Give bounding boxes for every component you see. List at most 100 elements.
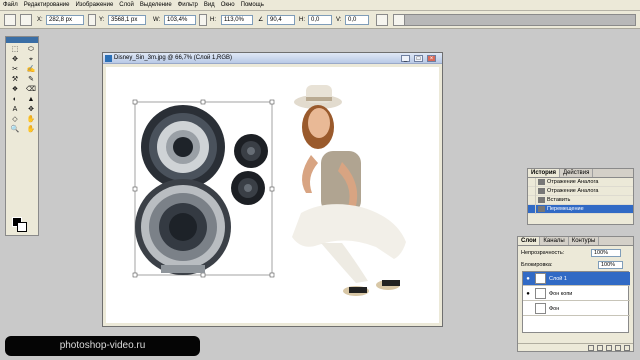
- menu-help[interactable]: Помощь: [241, 0, 264, 11]
- dodge-tool-icon[interactable]: ◐: [8, 95, 22, 104]
- tab-channels[interactable]: Каналы: [540, 237, 569, 245]
- eraser-tool-icon[interactable]: ⌫: [24, 85, 38, 94]
- opacity-label: Непрозрачность:: [521, 250, 565, 256]
- layer-thumbnail: [535, 273, 546, 284]
- menu-layer[interactable]: Слой: [119, 0, 134, 11]
- w-field[interactable]: 103,4%: [164, 15, 196, 25]
- marquee-tool-icon[interactable]: ⬚: [8, 45, 22, 54]
- x-field[interactable]: 282,8 px: [46, 15, 84, 25]
- stamp-tool-icon[interactable]: ❖: [8, 85, 22, 94]
- hand-tool-icon[interactable]: ✋: [24, 125, 38, 134]
- link-icon[interactable]: [199, 14, 207, 26]
- history-step-icon: [538, 206, 545, 212]
- menu-edit[interactable]: Редактирование: [24, 0, 70, 11]
- document-title-bar[interactable]: Disney_Sin_3m.jpg @ 66,7% (Слой 1,RGB): [103, 53, 442, 64]
- crop-tool-icon[interactable]: ✂: [8, 65, 22, 74]
- menu-file[interactable]: Файл: [3, 0, 18, 11]
- magic-wand-tool-icon[interactable]: ⌖: [24, 55, 38, 64]
- slice-tool-icon[interactable]: ✍: [24, 65, 38, 74]
- transform-handle: [132, 99, 138, 105]
- history-item[interactable]: Отражение Аналога: [528, 186, 633, 196]
- speaker-tweeter-small-1: [234, 134, 268, 168]
- image-canvas[interactable]: [106, 67, 439, 323]
- move-tool-icon[interactable]: ✥: [8, 55, 22, 64]
- speaker-tweeter-small-2: [231, 171, 265, 205]
- transform-handle: [269, 272, 275, 278]
- healing-tool-icon[interactable]: ⚒: [8, 75, 22, 84]
- tab-actions[interactable]: Действия: [560, 169, 594, 177]
- history-step-icon: [538, 188, 545, 194]
- layer-row[interactable]: ● Фон копи: [523, 287, 630, 301]
- path-select-tool-icon[interactable]: ✥: [24, 105, 38, 114]
- transform-handle: [200, 272, 206, 278]
- y-field[interactable]: 3568,1 px: [108, 15, 146, 25]
- layers-toolbar: [518, 343, 633, 351]
- menu-filter[interactable]: Фильтр: [178, 0, 198, 11]
- type-tool-icon[interactable]: A: [8, 105, 22, 114]
- h-field[interactable]: 113,0%: [221, 15, 253, 25]
- hskew-label: H:: [299, 17, 305, 23]
- menu-select[interactable]: Выделение: [140, 0, 172, 11]
- shape-tool-icon[interactable]: ◇: [8, 115, 22, 124]
- vskew-field[interactable]: 0,0: [345, 15, 369, 25]
- link-layers-icon[interactable]: [588, 345, 594, 351]
- y-label: Y:: [99, 17, 105, 23]
- photoshop-doc-icon: [105, 55, 112, 62]
- history-panel: История Действия Отражение Аналога Отраж…: [527, 168, 634, 225]
- document-window: Disney_Sin_3m.jpg @ 66,7% (Слой 1,RGB) _…: [102, 52, 443, 327]
- eye-icon[interactable]: ●: [524, 275, 532, 283]
- menu-view[interactable]: Вид: [204, 0, 215, 11]
- x-label: X:: [37, 17, 43, 23]
- layer-style-icon[interactable]: [597, 345, 603, 351]
- close-button[interactable]: ×: [427, 55, 436, 62]
- layers-panel: Слои Каналы Контуры Непрозрачность: 100%…: [517, 236, 634, 352]
- menu-window[interactable]: Окно: [221, 0, 235, 11]
- w-label: W:: [153, 17, 161, 23]
- notes-tool-icon[interactable]: ✋: [24, 115, 38, 124]
- history-item-selected[interactable]: Перемещение: [528, 204, 633, 214]
- zoom-tool-icon[interactable]: 🔍: [8, 125, 22, 134]
- palette-well: [404, 14, 636, 26]
- minimize-button[interactable]: _: [401, 55, 410, 62]
- warp-icon[interactable]: [376, 14, 388, 26]
- angle-icon: ∠: [258, 17, 264, 23]
- eye-icon[interactable]: ●: [524, 290, 532, 298]
- menu-image[interactable]: Изображение: [75, 0, 113, 11]
- document-title: Disney_Sin_3m.jpg @ 66,7% (Слой 1,RGB): [114, 55, 233, 61]
- transform-handle: [269, 99, 275, 105]
- layer-thumbnail: [535, 303, 546, 314]
- transform-handle: [200, 99, 206, 105]
- h-label: H:: [210, 17, 216, 23]
- opacity-field[interactable]: 100%: [591, 249, 621, 257]
- lock-label: Блокировка:: [521, 262, 553, 268]
- transform-tool-icon[interactable]: [4, 14, 16, 26]
- reference-point-icon[interactable]: [20, 14, 32, 26]
- vskew-label: V:: [336, 17, 342, 23]
- layers-list: ● Слой 1 ● Фон копи Фон: [522, 271, 630, 333]
- transform-handle: [269, 186, 275, 192]
- maximize-button[interactable]: □: [414, 55, 423, 62]
- trash-icon[interactable]: [624, 345, 630, 351]
- gradient-tool-icon[interactable]: ▲: [24, 95, 38, 104]
- tab-layers[interactable]: Слои: [518, 237, 541, 245]
- speaker-tweeter-large: [141, 105, 225, 189]
- new-layer-icon[interactable]: [615, 345, 621, 351]
- background-color-swatch[interactable]: [17, 222, 27, 232]
- layer-row[interactable]: Фон: [523, 302, 630, 316]
- history-step-icon: [538, 179, 545, 185]
- hskew-field[interactable]: 0,0: [308, 15, 332, 25]
- toolbox: ⬚ ⬭ ✥ ⌖ ✂ ✍ ⚒ ✎ ❖ ⌫ ◐ ▲ A ✥ ◇ ✋ 🔍 ✋: [5, 36, 39, 236]
- relative-position-icon[interactable]: [88, 14, 96, 26]
- angle-field[interactable]: 90,4: [267, 15, 295, 25]
- brush-tool-icon[interactable]: ✎: [24, 75, 38, 84]
- tab-paths[interactable]: Контуры: [569, 237, 600, 245]
- tab-history[interactable]: История: [528, 169, 561, 177]
- lasso-tool-icon[interactable]: ⬭: [24, 45, 38, 54]
- fill-field[interactable]: 100%: [598, 261, 623, 269]
- transform-handle: [132, 272, 138, 278]
- eye-icon[interactable]: [524, 305, 532, 313]
- layer-row-selected[interactable]: ● Слой 1: [523, 272, 630, 286]
- woman-figure: [292, 85, 406, 296]
- transform-handle: [132, 186, 138, 192]
- layer-mask-icon[interactable]: [606, 345, 612, 351]
